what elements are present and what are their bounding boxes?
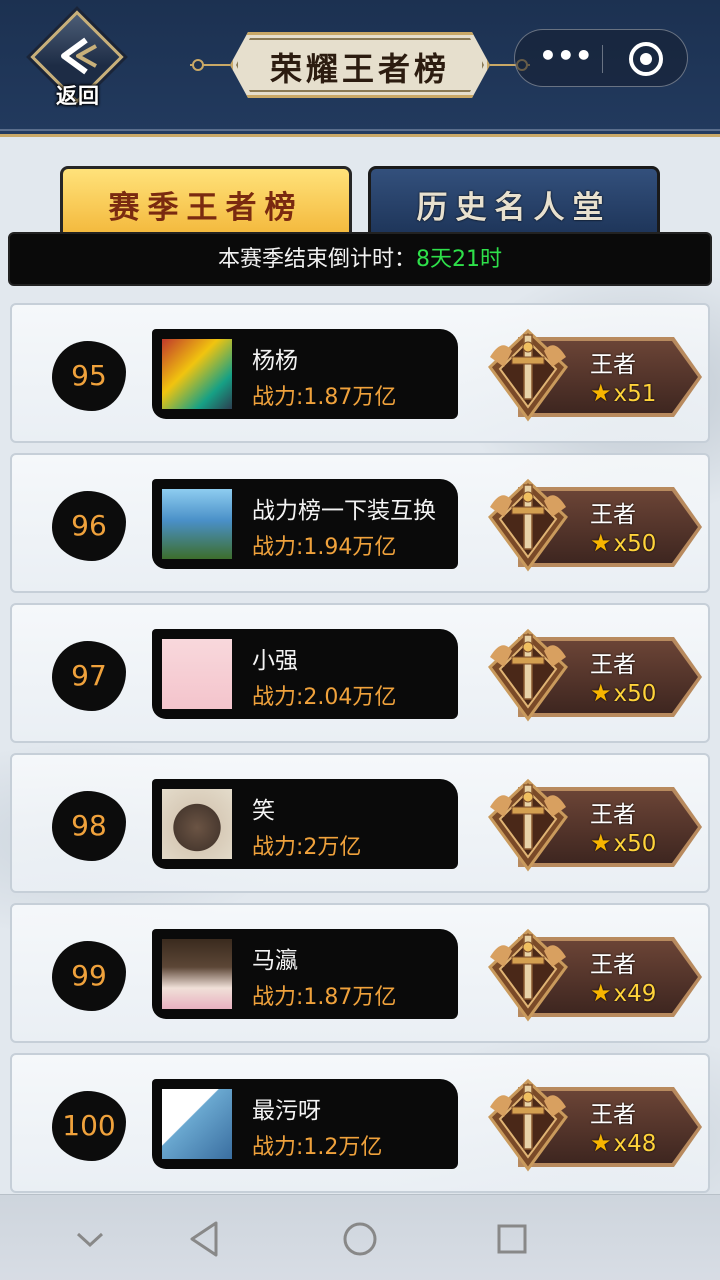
capsule-divider [602,45,603,73]
star-count: x49 [613,981,657,1007]
player-power: 战力:1.2万亿 [252,1135,383,1160]
tab-hall-of-fame[interactable]: 历史名人堂 [368,166,660,240]
player-card: 杨杨 战力:1.87万亿 [152,329,458,419]
ranking-row[interactable]: 95 杨杨 战力:1.87万亿 王者 ★x51 [10,303,710,443]
rank-number: 96 [52,491,126,561]
sword-emblem-icon [488,478,568,572]
tier-name: 王者 [590,952,636,978]
tier-name: 王者 [590,652,636,678]
app-header: 返回 荣耀王者榜 ••• [0,0,720,137]
avatar[interactable] [162,489,232,559]
back-button[interactable]: 返回 [30,10,126,110]
star-count: x50 [613,531,657,557]
player-card: 笑 战力:2万亿 [152,779,458,869]
player-name: 战力榜一下装互换 [252,498,436,524]
player-card: 小强 战力:2.04万亿 [152,629,458,719]
avatar[interactable] [162,939,232,1009]
tier-badge: 王者 ★x50 [482,777,702,873]
back-arrow-icon [61,37,97,75]
nav-home-icon[interactable] [338,1217,382,1261]
title-banner: 荣耀王者榜 [190,28,530,102]
tier-badge: 王者 ★x51 [482,327,702,423]
tier-badge: 王者 ★x50 [482,627,702,723]
tier-stars: ★x50 [590,829,656,857]
tier-stars: ★x51 [590,379,656,407]
player-power: 战力:2.04万亿 [252,685,397,710]
system-nav-bar [0,1194,720,1280]
ranking-row[interactable]: 97 小强 战力:2.04万亿 王者 ★x50 [10,603,710,743]
tab-season-ranking[interactable]: 赛季王者榜 [60,166,352,240]
player-power: 战力:2万亿 [252,835,362,860]
star-icon: ★ [590,379,612,407]
tier-stars: ★x49 [590,979,656,1007]
tier-name: 王者 [590,352,636,378]
avatar[interactable] [162,639,232,709]
star-icon: ★ [590,829,612,857]
star-icon: ★ [590,979,612,1007]
tier-stars: ★x48 [590,1129,656,1157]
miniprogram-capsule: ••• [514,29,688,87]
page-title: 荣耀王者榜 [269,50,450,88]
tier-name: 王者 [590,802,636,828]
avatar[interactable] [162,339,232,409]
player-card: 最污呀 战力:1.2万亿 [152,1079,458,1169]
star-icon: ★ [590,1129,612,1157]
tier-badge: 王者 ★x48 [482,1077,702,1173]
tier-badge: 王者 ★x50 [482,477,702,573]
back-label: 返回 [56,83,100,108]
player-power: 战力:1.94万亿 [252,535,397,560]
sword-emblem-icon [488,328,568,422]
countdown-label: 本赛季结束倒计时： [217,247,416,272]
rank-number: 99 [52,941,126,1011]
tab-history-label: 历史名人堂 [416,190,612,226]
ranking-row[interactable]: 98 笑 战力:2万亿 王者 ★x50 [10,753,710,893]
countdown-value: 8天21时 [416,247,502,272]
sword-emblem-icon [488,928,568,1022]
sword-emblem-icon [488,1078,568,1172]
avatar[interactable] [162,789,232,859]
tab-season-label: 赛季王者榜 [108,190,304,226]
tier-badge: 王者 ★x49 [482,927,702,1023]
star-count: x51 [613,381,657,407]
more-dots-icon[interactable]: ••• [539,42,593,71]
player-name: 马瀛 [252,948,298,974]
sword-emblem-icon [488,778,568,872]
season-countdown: 本赛季结束倒计时：8天21时 [8,232,712,286]
rank-number: 95 [52,341,126,411]
star-count: x48 [613,1131,657,1157]
player-name: 笑 [252,798,275,824]
nav-recents-icon[interactable] [490,1217,534,1261]
player-power: 战力:1.87万亿 [252,985,397,1010]
player-card: 战力榜一下装互换 战力:1.94万亿 [152,479,458,569]
banner-left-dot [192,59,204,71]
tier-name: 王者 [590,1102,636,1128]
avatar[interactable] [162,1089,232,1159]
target-circle-icon[interactable] [629,42,663,76]
rank-number: 98 [52,791,126,861]
star-count: x50 [613,831,657,857]
player-power: 战力:1.87万亿 [252,385,397,410]
tier-stars: ★x50 [590,529,656,557]
ranking-row[interactable]: 100 最污呀 战力:1.2万亿 王者 ★x48 [10,1053,710,1193]
star-icon: ★ [590,529,612,557]
tier-name: 王者 [590,502,636,528]
sword-emblem-icon [488,628,568,722]
player-name: 最污呀 [252,1098,321,1124]
player-card: 马瀛 战力:1.87万亿 [152,929,458,1019]
tier-stars: ★x50 [590,679,656,707]
star-icon: ★ [590,679,612,707]
ranking-row[interactable]: 99 马瀛 战力:1.87万亿 王者 ★x49 [10,903,710,1043]
chevron-down-icon[interactable] [68,1217,112,1261]
ranking-row[interactable]: 96 战力榜一下装互换 战力:1.94万亿 王者 ★x50 [10,453,710,593]
star-count: x50 [613,681,657,707]
nav-back-icon[interactable] [184,1217,228,1261]
rank-number: 97 [52,641,126,711]
player-name: 小强 [252,648,298,674]
rank-number: 100 [52,1091,126,1161]
player-name: 杨杨 [252,348,298,374]
